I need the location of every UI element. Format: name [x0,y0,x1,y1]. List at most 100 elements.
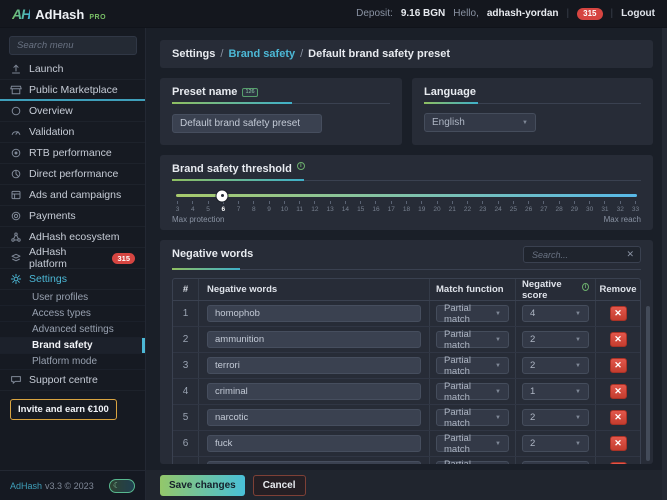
sidebar-search-input[interactable] [9,36,137,55]
match-function-dropdown[interactable]: Partial match▼ [436,357,509,374]
preset-name-input[interactable] [172,114,322,133]
sidebar-item-ads-and-campaigns[interactable]: Ads and campaigns [0,185,145,206]
sidebar-item-validation[interactable]: Validation [0,122,145,143]
sidebar-item-payments[interactable]: Payments [0,206,145,227]
slider-tick[interactable]: 20 [432,201,443,213]
negative-score-dropdown[interactable]: 2▼ [522,357,589,374]
breadcrumb-link[interactable]: Brand safety [228,48,295,60]
match-function-dropdown[interactable]: Partial match▼ [436,305,509,322]
row-number: 4 [173,379,199,404]
slider-tick[interactable]: 10 [279,201,290,213]
sidebar-subitem-access-types[interactable]: Access types [0,306,145,322]
negative-words-search-input[interactable] [530,249,626,261]
slider-tick[interactable]: 18 [401,201,412,213]
slider-tick[interactable]: 12 [309,201,320,213]
clear-search-icon[interactable]: ✕ [626,249,634,260]
chevron-down-icon: ▼ [522,120,528,126]
slider-tick[interactable]: 21 [447,201,458,213]
slider-tick[interactable]: 11 [294,201,305,213]
slider-tick[interactable]: 17 [386,201,397,213]
slider-tick[interactable]: 5 [203,201,214,213]
negative-score-dropdown[interactable]: 4▼ [522,305,589,322]
negative-word-input[interactable] [207,383,421,400]
marketplace-icon [10,84,22,96]
remove-row-button[interactable]: ✕ [610,358,627,373]
slider-tick[interactable]: 22 [462,201,473,213]
negative-word-input[interactable] [207,461,421,464]
remove-row-button[interactable]: ✕ [610,410,627,425]
notification-badge[interactable]: 315 [577,8,602,20]
slider-tick[interactable]: 28 [554,201,565,213]
slider-tick[interactable]: 16 [370,201,381,213]
threshold-slider-track[interactable] [176,194,637,197]
slider-tick[interactable]: 29 [569,201,580,213]
slider-tick[interactable]: 24 [493,201,504,213]
remove-row-button[interactable]: ✕ [610,306,627,321]
sidebar-item-launch[interactable]: Launch [0,59,145,80]
sidebar-item-settings[interactable]: Settings [0,269,145,290]
sidebar-item-adhash-ecosystem[interactable]: AdHash ecosystem [0,227,145,248]
sidebar-item-rtb-performance[interactable]: RTB performance [0,143,145,164]
slider-tick[interactable]: 3 [172,201,183,213]
language-dropdown[interactable]: English ▼ [424,113,536,132]
slider-tick[interactable]: 13 [325,201,336,213]
negative-word-input[interactable] [207,409,421,426]
negative-score-dropdown[interactable]: 1▼ [522,383,589,400]
info-icon[interactable]: i [582,283,589,291]
slider-tick[interactable]: 4 [187,201,198,213]
sidebar-item-overview[interactable]: Overview [0,101,145,122]
slider-tick[interactable]: 25 [508,201,519,213]
sidebar-subitem-brand-safety[interactable]: Brand safety [0,338,145,354]
match-function-dropdown[interactable]: Partial match▼ [436,461,509,464]
match-function-dropdown[interactable]: Partial match▼ [436,435,509,452]
sidebar-subitem-advanced-settings[interactable]: Advanced settings [0,322,145,338]
negative-word-input[interactable] [207,357,421,374]
table-scrollbar[interactable] [646,306,650,461]
negative-score-dropdown[interactable]: 2▼ [522,435,589,452]
slider-tick[interactable]: 7 [233,201,244,213]
invite-earn-button[interactable]: Invite and earn €100 [10,399,117,420]
slider-tick[interactable]: 26 [523,201,534,213]
slider-tick[interactable]: 23 [477,201,488,213]
negative-score-dropdown[interactable]: 2▼ [522,331,589,348]
slider-tick[interactable]: 31 [599,201,610,213]
breadcrumb-root[interactable]: Settings [172,48,215,60]
match-function-dropdown[interactable]: Partial match▼ [436,409,509,426]
slider-tick[interactable]: 19 [416,201,427,213]
negative-score-dropdown[interactable]: 1▼ [522,461,589,464]
slider-tick[interactable]: 32 [615,201,626,213]
remove-row-button[interactable]: ✕ [610,436,627,451]
dark-mode-toggle[interactable]: ☾ [109,479,135,493]
slider-tick[interactable]: 30 [584,201,595,213]
adhash-logo[interactable]: AH AdHash PRO [12,6,106,22]
sidebar-item-support-centre[interactable]: Support centre [0,370,145,391]
sidebar-subitem-platform-mode[interactable]: Platform mode [0,354,145,370]
threshold-slider-handle[interactable] [217,190,228,201]
sidebar-subitem-user-profiles[interactable]: User profiles [0,290,145,306]
slider-tick[interactable]: 15 [355,201,366,213]
slider-tick[interactable]: 8 [248,201,259,213]
remove-row-button[interactable]: ✕ [610,462,627,464]
remove-row-button[interactable]: ✕ [610,332,627,347]
page-scrollbar[interactable] [662,28,667,500]
save-changes-button[interactable]: Save changes [160,475,245,496]
slider-tick[interactable]: 14 [340,201,351,213]
footer-brand[interactable]: AdHash [10,481,42,491]
negative-word-input[interactable] [207,331,421,348]
slider-tick[interactable]: 33 [630,201,641,213]
match-function-dropdown[interactable]: Partial match▼ [436,383,509,400]
logout-link[interactable]: Logout [621,8,655,19]
remove-row-button[interactable]: ✕ [610,384,627,399]
slider-tick[interactable]: 27 [538,201,549,213]
negative-score-dropdown[interactable]: 2▼ [522,409,589,426]
sidebar-item-public-marketplace[interactable]: Public Marketplace [0,80,145,101]
negative-word-input[interactable] [207,305,421,322]
match-function-dropdown[interactable]: Partial match▼ [436,331,509,348]
negative-word-input[interactable] [207,435,421,452]
slider-tick[interactable]: 6 [218,201,229,213]
slider-tick[interactable]: 9 [264,201,275,213]
sidebar-item-direct-performance[interactable]: Direct performance [0,164,145,185]
sidebar-item-adhash-platform[interactable]: AdHash platform 315 [0,248,145,269]
cancel-button[interactable]: Cancel [253,475,306,496]
info-icon[interactable]: i [297,162,305,170]
